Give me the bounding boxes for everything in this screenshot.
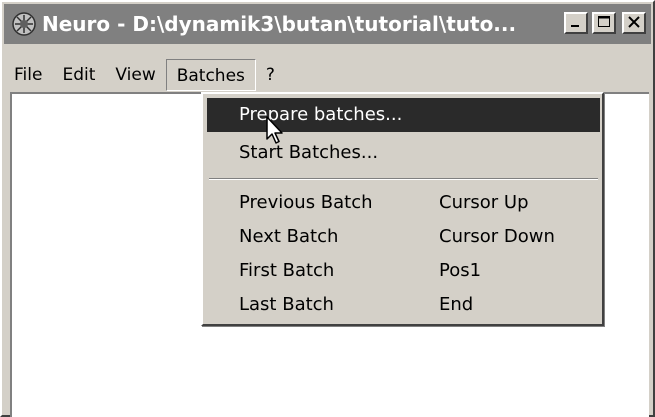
menu-item-previous-batch[interactable]: Previous Batch Cursor Up <box>207 186 600 220</box>
menu-separator <box>209 178 598 180</box>
window-title: Neuro - D:\dynamik3\butan\tutorial\tuto.… <box>42 12 517 36</box>
menu-item-label: Previous Batch <box>239 192 373 213</box>
menu-item-label: Start Batches... <box>239 142 379 163</box>
menu-item-first-batch[interactable]: First Batch Pos1 <box>207 254 600 288</box>
menu-item-last-batch[interactable]: Last Batch End <box>207 288 600 322</box>
menu-item-label: First Batch <box>239 260 335 281</box>
title-bar[interactable]: Neuro - D:\dynamik3\butan\tutorial\tuto.… <box>4 4 651 44</box>
maximize-icon <box>597 14 611 33</box>
batches-dropdown-menu: Prepare batches... Start Batches... Prev… <box>201 92 604 326</box>
menu-item-shortcut: Pos1 <box>439 260 482 281</box>
menu-batches[interactable]: Batches <box>165 59 256 91</box>
menu-help[interactable]: ? <box>256 59 285 91</box>
menu-item-label: Last Batch <box>239 294 334 315</box>
menu-item-label: Next Batch <box>239 226 339 247</box>
maximize-button[interactable] <box>592 12 616 34</box>
close-icon <box>627 14 641 33</box>
menu-item-shortcut: Cursor Down <box>439 226 555 247</box>
menu-view[interactable]: View <box>105 59 165 91</box>
close-button[interactable] <box>622 12 646 34</box>
mouse-pointer-icon <box>266 116 286 150</box>
menu-item-shortcut: Cursor Up <box>439 192 529 213</box>
neuro-app-icon[interactable] <box>10 10 38 38</box>
minimize-icon <box>569 14 583 33</box>
menu-bar: File Edit View Batches ? <box>4 58 651 92</box>
menu-item-shortcut: End <box>439 294 474 315</box>
minimize-button[interactable] <box>564 12 588 34</box>
menu-item-label: Prepare batches... <box>239 104 403 125</box>
menu-edit[interactable]: Edit <box>52 59 105 91</box>
menu-item-next-batch[interactable]: Next Batch Cursor Down <box>207 220 600 254</box>
menu-file[interactable]: File <box>4 59 52 91</box>
